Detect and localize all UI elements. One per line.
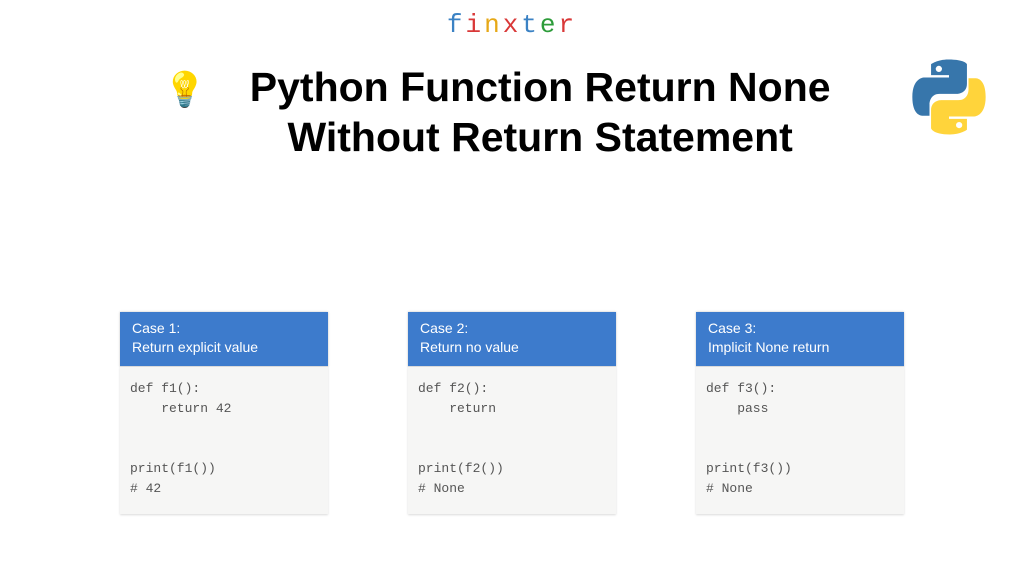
code-block: def f2(): return print(f2()) # None [408, 367, 616, 514]
card-case-3: Case 3: Implicit None return def f3(): p… [696, 312, 904, 514]
lightbulb-icon: 💡 [164, 70, 206, 162]
case-number: Case 1 [132, 320, 176, 336]
case-number: Case 3 [708, 320, 752, 336]
python-logo-icon [910, 58, 988, 136]
brand-logo: finxter [447, 10, 577, 40]
card-header: Case 2: Return no value [408, 312, 616, 367]
cards-row: Case 1: Return explicit value def f1(): … [0, 312, 1024, 514]
case-description: Return explicit value [132, 339, 258, 355]
case-description: Implicit None return [708, 339, 829, 355]
card-header: Case 3: Implicit None return [696, 312, 904, 367]
card-header: Case 1: Return explicit value [120, 312, 328, 367]
case-description: Return no value [420, 339, 519, 355]
card-case-2: Case 2: Return no value def f2(): return… [408, 312, 616, 514]
code-block: def f3(): pass print(f3()) # None [696, 367, 904, 514]
case-number: Case 2 [420, 320, 464, 336]
page-title: Python Function Return None Without Retu… [220, 62, 860, 162]
card-case-1: Case 1: Return explicit value def f1(): … [120, 312, 328, 514]
code-block: def f1(): return 42 print(f1()) # 42 [120, 367, 328, 514]
title-row: 💡 Python Function Return None Without Re… [0, 62, 1024, 162]
